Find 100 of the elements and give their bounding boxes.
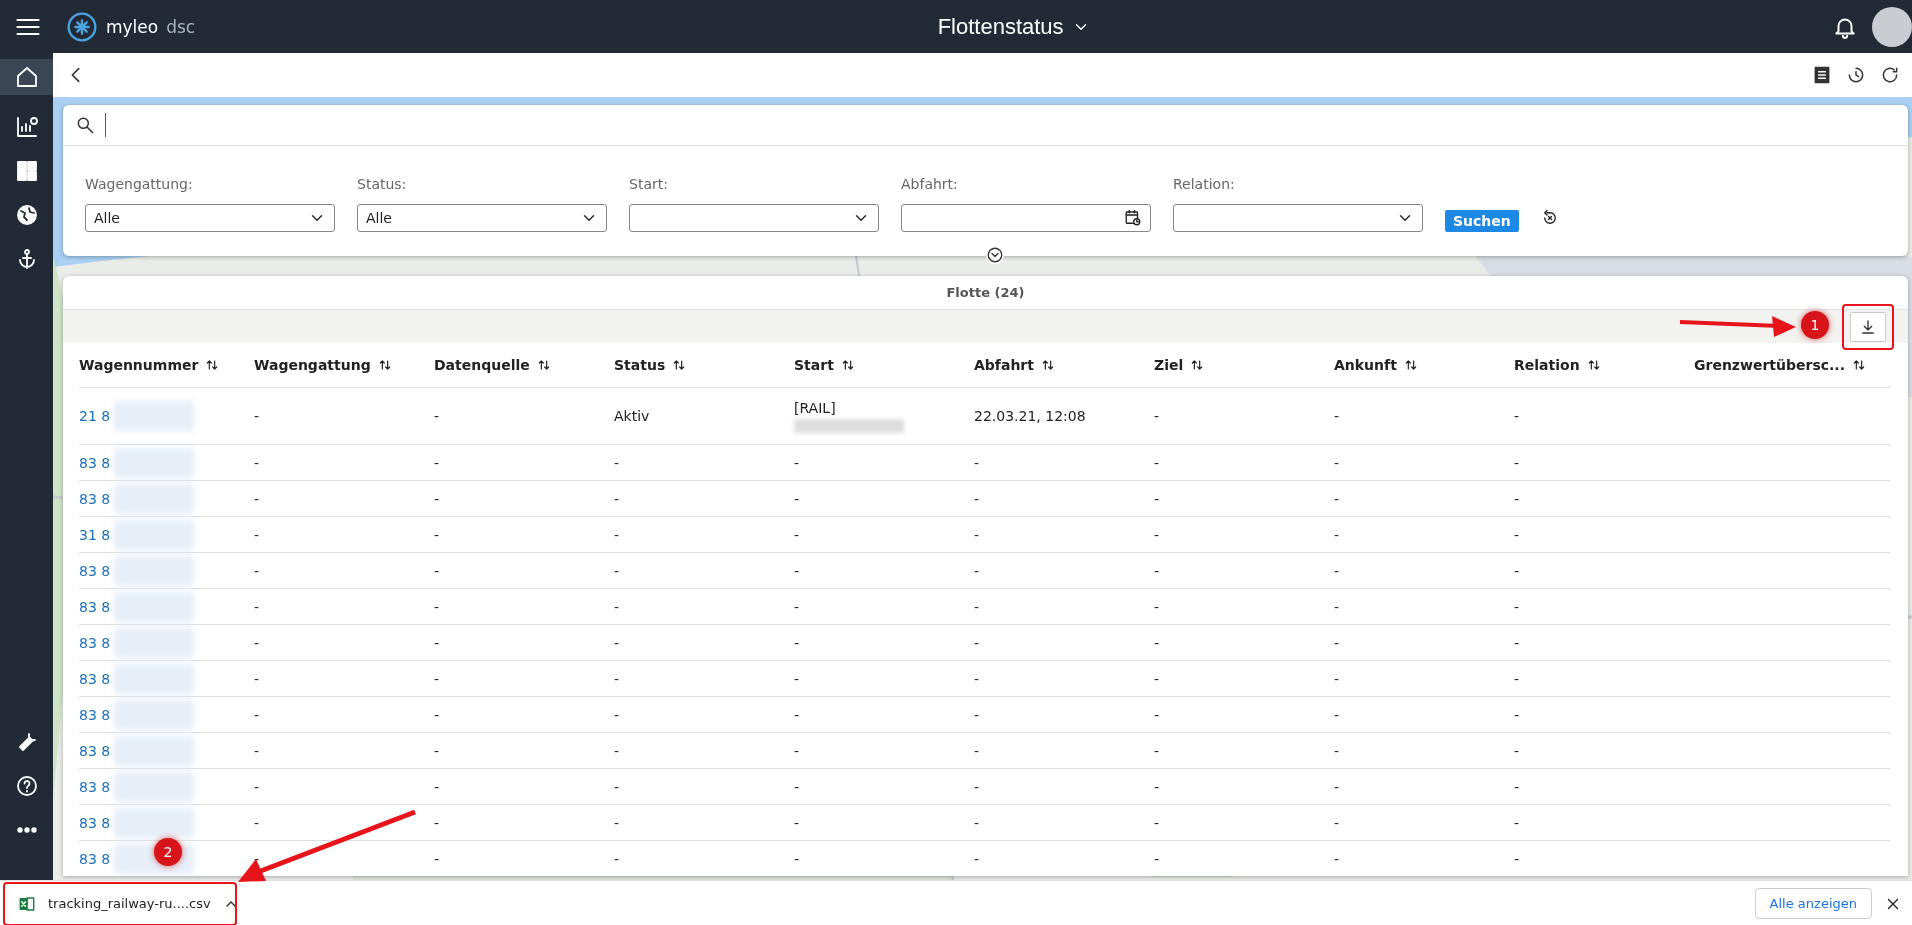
select-field[interactable]: Alle [357,204,607,232]
table-cell: - [254,670,260,687]
table-cell: - [254,778,260,795]
table-cell: - [1154,850,1160,867]
column-header[interactable]: Ziel [1154,343,1334,387]
wagon-number-link[interactable]: 83 8 [79,706,111,723]
table-cell: - [1514,526,1520,543]
chart-icon[interactable] [14,115,39,139]
column-header[interactable]: Start [794,343,974,387]
wagon-number-link[interactable]: 83 8 [79,562,111,579]
table-cell: - [434,706,440,723]
logo-icon[interactable] [66,10,98,43]
table-cell: - [434,850,440,867]
table-cell: - [1334,706,1340,723]
filter-label: Relation: [1173,176,1236,192]
column-header[interactable]: Abfahrt [974,343,1154,387]
table-cell: - [1514,778,1520,795]
table-cell: - [974,850,980,867]
table-cell: - [1514,490,1520,507]
table-cell: - [254,562,260,579]
table-cell: - [1154,814,1160,831]
sort-icon[interactable] [1851,357,1867,373]
column-header[interactable]: Wagengattung [254,343,434,387]
table-cell: - [794,454,800,471]
table-cell: - [434,562,440,579]
wagon-number-link[interactable]: 21 8 [79,408,111,424]
refresh-icon[interactable] [1880,65,1900,85]
home-icon[interactable] [14,65,39,89]
table-cell: - [614,526,620,543]
column-header[interactable]: Wagennummer [79,343,254,387]
table-cell: - [1334,454,1340,471]
avatar[interactable] [1872,6,1912,47]
table-cell: - [614,814,620,831]
show-all-button[interactable]: Alle anzeigen [1754,888,1872,919]
table-cell: - [1334,634,1340,651]
search-icon[interactable] [75,115,95,135]
wagon-number-link[interactable]: 83 8 [79,670,111,687]
table-cell: - [614,742,620,759]
wagon-number-link[interactable]: 83 8 [79,742,111,759]
table-cell: 22.03.21, 12:08 [974,408,1086,424]
table-cell: - [1154,454,1160,471]
search-button[interactable]: Suchen [1445,210,1519,232]
table-cell: - [1514,408,1520,424]
table-cell: - [794,490,800,507]
page-title[interactable]: Flottenstatus [937,13,1064,40]
help-icon[interactable] [14,774,39,798]
table-cell: - [794,634,800,651]
select-field[interactable]: Alle [85,204,335,232]
table-cell: - [1334,850,1340,867]
table-cell: - [794,742,800,759]
table-cell: - [1154,490,1160,507]
expand-icon[interactable] [985,246,1004,264]
download-item[interactable]: tracking_railway-ru....csv [10,885,247,922]
table-cell: - [614,778,620,795]
wagon-number-link[interactable]: 83 8 [79,454,111,471]
table-cell: - [1154,742,1160,759]
table-cell: - [974,742,980,759]
table-icon[interactable] [1812,65,1832,85]
column-header[interactable]: Relation [1514,343,1694,387]
table-cell: - [614,562,620,579]
table-cell: - [254,706,260,723]
table-cell: - [614,850,620,867]
column-header[interactable]: Datenquelle [434,343,614,387]
dashboard-icon[interactable] [14,159,39,183]
table-cell: - [974,814,980,831]
table-cell: - [794,814,800,831]
table-cell: - [254,814,260,831]
column-header[interactable]: Status [614,343,794,387]
select-field[interactable] [629,204,879,232]
table-cell: - [794,850,800,867]
download-button[interactable] [1850,311,1886,342]
filter-label: Start: [629,176,669,192]
wagon-number-link[interactable]: 83 8 [79,814,111,831]
wagon-number-link[interactable]: 83 8 [79,490,111,507]
table-cell: - [1154,634,1160,651]
filter-label: Wagengattung: [85,176,194,192]
column-header[interactable]: Ankunft [1334,343,1514,387]
table-cell: - [974,562,980,579]
table-cell: - [794,526,800,543]
select-field[interactable] [1173,204,1423,232]
table-cell: - [434,526,440,543]
table-cell: - [254,634,260,651]
table-cell: - [614,634,620,651]
logo-text: myleo [106,16,159,37]
globe-icon[interactable] [14,203,39,227]
table-cell: - [1154,562,1160,579]
wagon-number-link[interactable]: 83 8 [79,634,111,651]
history-icon[interactable] [1846,65,1866,85]
date-field[interactable] [901,204,1151,232]
table-cell: - [434,814,440,831]
table-cell: - [1334,598,1340,615]
wagon-number-link[interactable]: 83 8 [79,850,111,867]
wagon-number-link[interactable]: 83 8 [79,778,111,795]
wagon-number-link[interactable]: 83 8 [79,598,111,615]
wagon-number-link[interactable]: 31 8 [79,526,111,543]
table-cell: - [434,454,440,471]
table-cell: - [254,742,260,759]
column-header[interactable]: Grenzwertübersc... [1694,343,1890,387]
table-cell: - [1334,814,1340,831]
spreadsheet-file-icon [18,894,36,913]
